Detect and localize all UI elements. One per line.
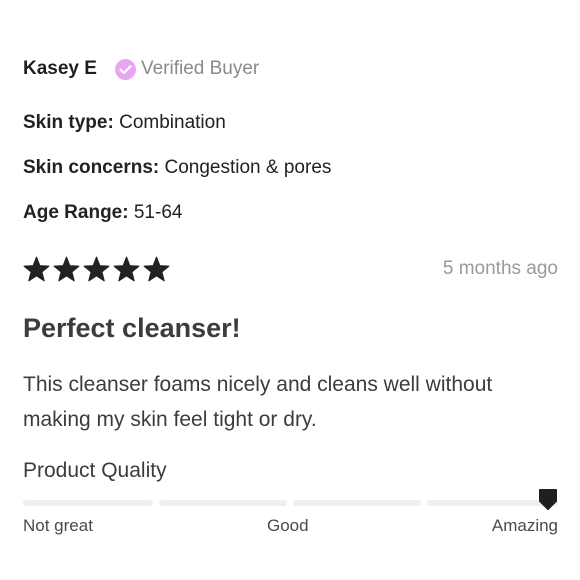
product-quality-heading: Product Quality [23, 459, 167, 482]
star-icon [53, 256, 80, 282]
star-icon [113, 256, 140, 282]
scale-marker-icon [539, 489, 557, 510]
star-rating [23, 256, 170, 283]
check-circle-icon [114, 58, 136, 80]
scale-label-low: Not great [23, 516, 93, 535]
review-timestamp: 5 months ago [442, 258, 558, 279]
scale-label-mid: Good [267, 516, 309, 535]
scale-segment [159, 500, 287, 506]
attribute-key: Age Range: [23, 202, 129, 223]
attribute-value: Combination [119, 112, 226, 133]
attribute-age-range: Age Range: 51-64 [23, 202, 182, 224]
review-title: Perfect cleanser! [23, 313, 241, 343]
attribute-key: Skin type: [23, 112, 114, 133]
attribute-value: 51-64 [133, 202, 183, 223]
verified-badge: Verified Buyer [114, 58, 260, 80]
review-card: Kasey E Verified Buyer Skin type: Combin… [23, 0, 558, 580]
star-icon [143, 256, 170, 282]
scale-segment [23, 500, 153, 506]
reviewer-row: Kasey E Verified Buyer [23, 56, 259, 82]
star-icon [23, 256, 50, 282]
product-quality-scale [23, 489, 558, 510]
attribute-key: Skin concerns: [23, 157, 160, 178]
star-icon [83, 256, 110, 282]
review-body: This cleanser foams nicely and cleans we… [23, 373, 493, 431]
attribute-value: Congestion & pores [164, 157, 332, 178]
scale-segment [293, 500, 421, 506]
attribute-skin-type: Skin type: Combination [23, 112, 226, 134]
reviewer-name: Kasey E [23, 58, 97, 79]
verified-label: Verified Buyer [140, 58, 260, 79]
scale-label-high: Amazing [491, 516, 558, 535]
attribute-skin-concerns: Skin concerns: Congestion & pores [23, 157, 331, 179]
